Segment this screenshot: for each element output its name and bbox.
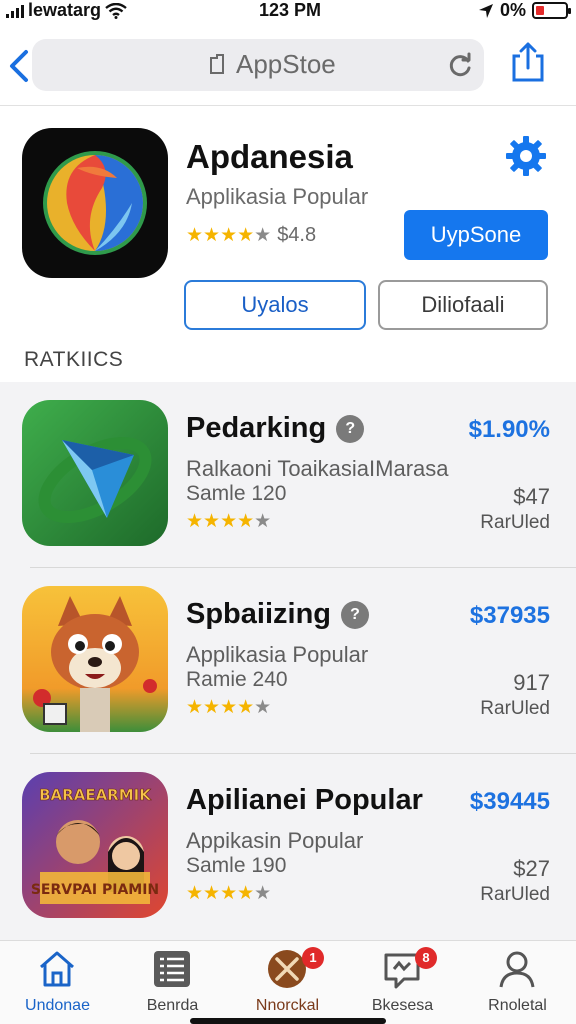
left-action-button[interactable]: Uyalos [184,280,366,330]
status-bar: lewatarg 123 PM 0% [0,0,576,24]
app-description: Ralkaoni ToaikasiaIMarasa [186,456,449,481]
location-arrow-icon [478,3,493,18]
app-icon[interactable] [22,400,168,546]
star-rating-icon: ★★★★ ★ [186,697,272,718]
app-state: RarUled [480,884,550,905]
featured-rating: ★★★★ ★ $4.8 [186,224,316,247]
right-action-button[interactable]: Diliofaali [378,280,548,330]
address-bar[interactable]: AppStoe [32,39,484,91]
app-name-row: Pedarking ? [186,412,365,445]
person-icon [499,951,535,988]
app-price[interactable]: $39445 [470,788,550,816]
featured-app-icon[interactable] [22,128,168,278]
star-rating-icon: ★★★★ ★ [186,225,272,246]
info-icon[interactable]: ? [341,600,369,629]
tab-label: Bkesesa [371,997,434,1014]
reload-icon[interactable] [446,51,474,79]
icon-subtitle-text: SERVPAI PIAMIN [31,882,159,898]
tab-label: Benrda [146,997,199,1014]
signal-icon [6,4,24,18]
app-name-row: Spbaiizing ? [186,598,369,631]
list-item[interactable]: Pedarking ? Ralkaoni ToaikasiaIMarasa Sa… [0,382,576,568]
app-list: Pedarking ? Ralkaoni ToaikasiaIMarasa Sa… [0,382,576,940]
notification-badge: 1 [302,947,324,969]
app-secondary-price: $27 [513,856,550,881]
featured-app-subtitle: Applikasia Popular [186,184,369,209]
list-item[interactable]: Spbaiizing ? Applikasia Popular Ramie 24… [0,568,576,754]
section-title: RATKIICS [24,348,124,371]
featured-app: Apdanesia Applikasia Popular ★★★★ ★ $4.8 … [0,106,576,382]
app-name-row: Apilianei Popular [186,784,423,817]
app-name: Pedarking [186,412,327,444]
app-icon[interactable]: BARAEARMIK SERVPAI PIAMIN [22,772,168,918]
app-secondary-price: 917 [513,670,550,695]
tab-messages[interactable]: 8 Bkesesa [345,941,460,1024]
tab-profile[interactable]: Rnoletal [460,941,575,1024]
compass-icon [268,950,306,988]
tab-list[interactable]: Benrda [115,941,230,1024]
back-chevron-icon[interactable] [4,46,34,86]
featured-price: $4.8 [277,224,317,246]
app-state: RarUled [480,512,550,533]
app-secondary-price: $47 [513,484,550,509]
gear-icon[interactable] [504,134,548,178]
icon-title-text: BARAEARMIK [39,786,152,804]
wifi-icon [105,2,127,19]
app-name: Spbaiizing [186,598,331,630]
app-description: Applikasia Popular [186,642,369,667]
app-sample: Samle 120 [186,482,287,505]
tab-label: Undonae [25,997,90,1014]
app-description: Appikasin Popular [186,828,364,853]
share-icon[interactable] [508,40,548,84]
tab-bar: Undonae Benrda 1 Nnorckal 8 Bkesesa Rnol… [0,940,576,1024]
battery-icon [532,2,571,19]
status-time: 123 PM [258,0,322,20]
star-rating-icon: ★★★★ ★ [186,511,272,532]
featured-app-title: Apdanesia [186,138,353,175]
app-name: Apilianei Popular [186,784,423,816]
list-item[interactable]: BARAEARMIK SERVPAI PIAMIN Apilianei Popu… [0,754,576,940]
home-icon [40,951,74,987]
document-icon [210,54,224,74]
notification-badge: 8 [415,947,437,969]
tab-label: Nnorckal [255,997,320,1014]
url-text: AppStoe [236,49,336,79]
app-sample: Samle 190 [186,854,287,877]
carrier-group: lewatarg [6,0,127,21]
app-sample: Ramie 240 [186,668,288,691]
tab-label: Rnoletal [488,997,547,1014]
star-rating-icon: ★★★★ ★ [186,883,272,904]
tab-home[interactable]: Undonae [0,941,115,1024]
app-price[interactable]: $1.90% [469,416,550,444]
battery-percent: 0% [499,0,526,20]
home-indicator [190,1018,386,1024]
app-icon[interactable] [22,586,168,732]
app-price[interactable]: $37935 [470,602,550,630]
tab-compass[interactable]: 1 Nnorckal [230,941,345,1024]
app-state: RarUled [480,698,550,719]
status-right-group: 0% [478,0,571,21]
browser-toolbar: AppStoe [0,30,576,106]
get-button[interactable]: UypSone [404,210,548,260]
carrier-label: lewatarg [28,0,102,20]
list-icon [154,951,190,987]
info-icon[interactable]: ? [336,414,365,443]
